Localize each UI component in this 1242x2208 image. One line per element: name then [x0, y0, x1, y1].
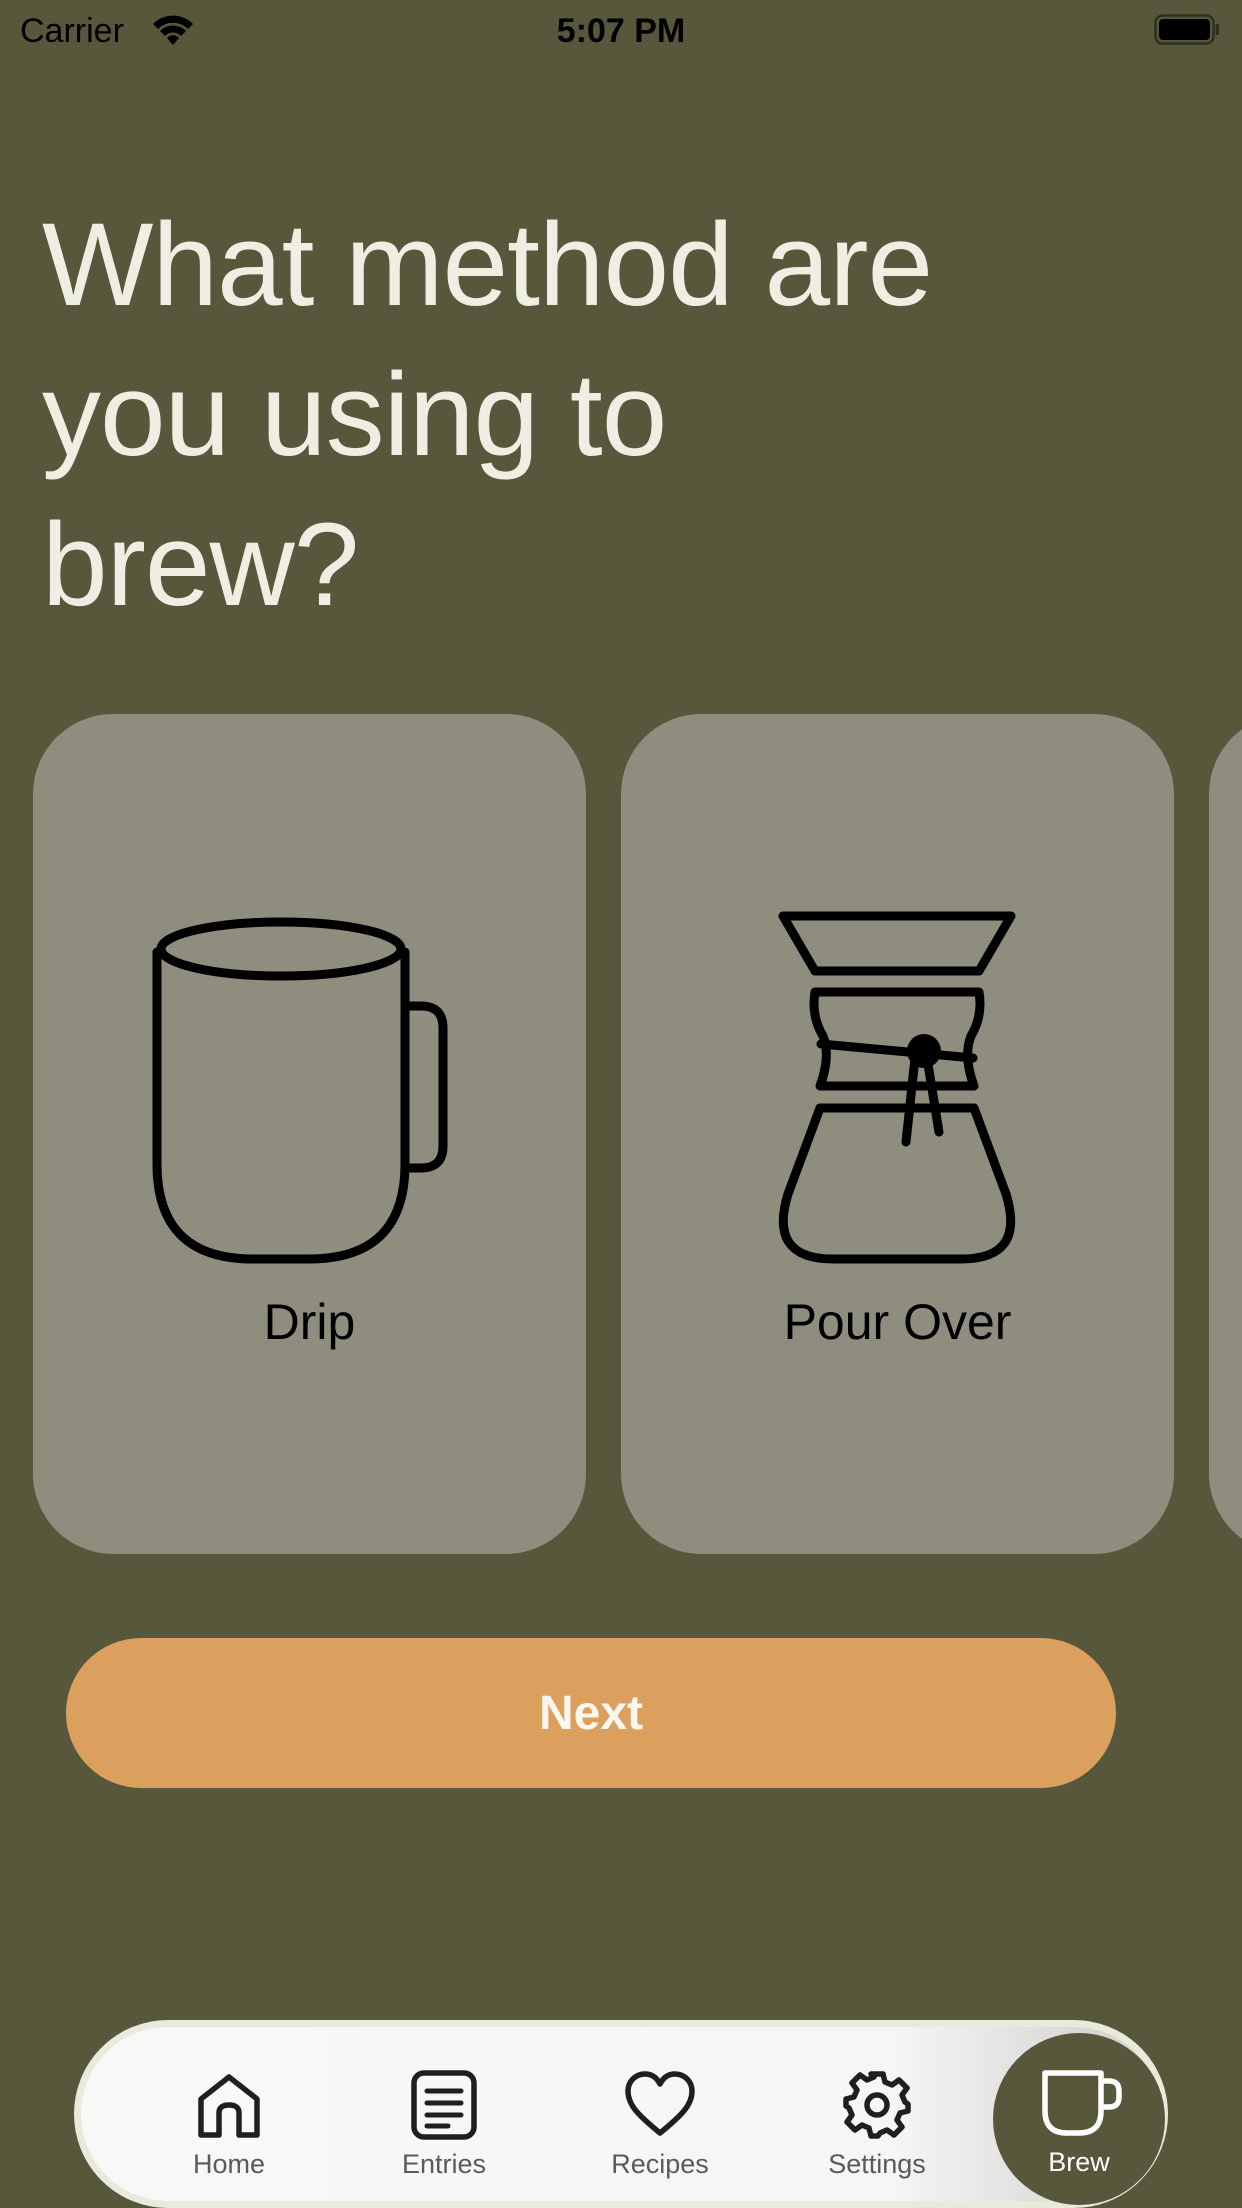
chemex-icon	[778, 911, 1016, 1264]
method-card-drip[interactable]: Drip	[33, 714, 586, 1554]
tab-label-home: Home	[192, 2149, 266, 2179]
cup-icon	[1042, 2070, 1122, 2136]
entries-list-icon	[411, 2070, 477, 2140]
tab-recipes[interactable]: Recipes	[570, 2027, 750, 2201]
tab-entries[interactable]: Entries	[354, 2027, 534, 2201]
home-icon	[198, 2074, 260, 2138]
next-button[interactable]: Next	[66, 1638, 1116, 1788]
title-line-3: brew?	[42, 499, 359, 631]
brew-method-carousel[interactable]: Drip Pour Over	[0, 714, 1242, 1554]
method-card-next-peek[interactable]	[1209, 714, 1242, 1554]
method-label-drip: Drip	[263, 1294, 356, 1350]
page-title: What method are you using to brew?	[42, 190, 1042, 640]
tab-label-brew: Brew	[1048, 2147, 1110, 2177]
tab-bar: Home Entries Recipes Settings Brew	[74, 2020, 1168, 2208]
method-card-pour-over[interactable]: Pour Over	[621, 714, 1174, 1554]
tab-settings[interactable]: Settings	[787, 2027, 967, 2201]
title-line-1: What method are	[42, 199, 933, 331]
method-label-pour-over: Pour Over	[783, 1294, 1012, 1350]
tab-brew[interactable]: Brew	[993, 2033, 1165, 2205]
tab-label-recipes: Recipes	[611, 2149, 709, 2179]
battery-full-icon	[1154, 14, 1219, 45]
tab-label-entries: Entries	[401, 2149, 487, 2179]
status-time: 5:07 PM	[556, 12, 686, 50]
tab-label-settings: Settings	[828, 2149, 926, 2179]
status-bar: Carrier 5:07 PM	[0, 0, 1242, 62]
heart-icon	[625, 2071, 695, 2136]
title-line-2: you using to	[42, 349, 667, 481]
tab-home[interactable]: Home	[139, 2027, 319, 2201]
gear-icon	[843, 2071, 911, 2139]
mug-icon	[152, 917, 448, 1264]
